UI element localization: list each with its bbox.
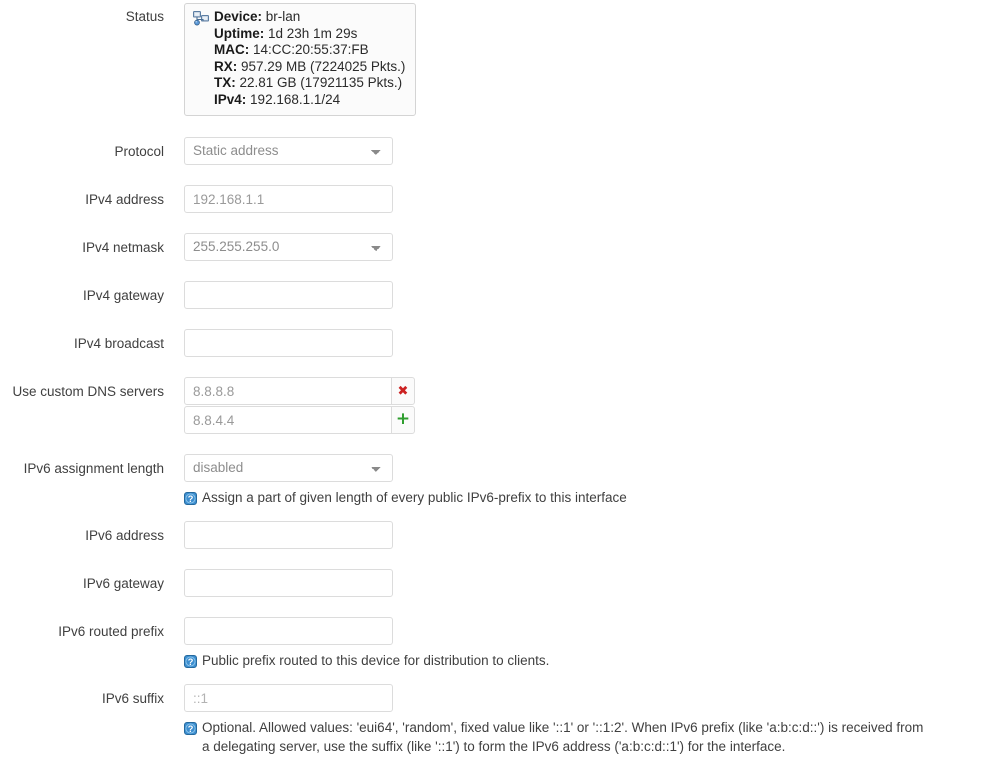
ipv4-netmask-label: IPv4 netmask: [82, 240, 164, 256]
remove-icon: ✖: [397, 383, 409, 399]
ipv6-address-row: IPv6 address: [0, 521, 983, 550]
ipv4-address-row: IPv4 address: [0, 185, 983, 214]
help-icon: ?: [184, 491, 197, 506]
ipv6-suffix-help-text: Optional. Allowed values: 'eui64', 'rand…: [202, 720, 924, 755]
status-tx-value: 22.81 GB (17921135 Pkts.): [239, 75, 403, 91]
status-line-tx: TX: 22.81 GB (17921135 Pkts.): [193, 75, 407, 91]
ipv4-gateway-input[interactable]: [184, 281, 393, 310]
ipv6-assignment-length-help-text: Assign a part of given length of every p…: [202, 490, 627, 506]
ipv6-gateway-row: IPv6 gateway: [0, 569, 983, 598]
status-rx-value: 957.29 MB (7224025 Pkts.): [241, 58, 406, 74]
svg-text:?: ?: [188, 724, 194, 734]
ipv6-suffix-control: ? Optional. Allowed values: 'eui64', 'ra…: [184, 684, 983, 756]
status-line-rx: RX: 957.29 MB (7224025 Pkts.): [193, 59, 407, 75]
ipv4-netmask-control: 255.255.255.0: [184, 233, 983, 262]
ipv6-assignment-length-help: ? Assign a part of given length of every…: [184, 482, 924, 507]
ipv6-gateway-control: [184, 569, 983, 598]
ipv6-assignment-length-row: IPv6 assignment length disabled ? Assign…: [0, 454, 983, 507]
ipv6-suffix-input[interactable]: [184, 684, 393, 713]
ipv6-suffix-row: IPv6 suffix ? Optional. Allowed values: …: [0, 684, 983, 756]
ipv6-routed-prefix-help: ? Public prefix routed to this device fo…: [184, 645, 924, 670]
dns-servers-control: ✖ +: [184, 377, 983, 435]
dns-server-input-1[interactable]: [184, 377, 392, 406]
ipv6-gateway-input[interactable]: [184, 569, 393, 598]
ipv6-suffix-help: ? Optional. Allowed values: 'eui64', 'ra…: [184, 712, 929, 756]
status-label: Status: [125, 9, 164, 24]
ipv6-routed-prefix-row: IPv6 routed prefix ? Public prefix route…: [0, 617, 983, 670]
ipv4-broadcast-control: [184, 329, 983, 358]
ipv6-assignment-length-label: IPv6 assignment length: [23, 461, 164, 477]
dns-remove-button[interactable]: ✖: [391, 377, 415, 406]
status-device-text: Device: br-lan: [214, 9, 300, 25]
dns-servers-label: Use custom DNS servers: [12, 384, 164, 400]
ipv4-netmask-select[interactable]: 255.255.255.0: [184, 233, 393, 262]
status-line-ipv4: IPv4: 192.168.1.1/24: [193, 92, 407, 108]
status-uptime-key: Uptime:: [214, 26, 265, 41]
interface-configuration-form: Status Device: br-lan Uptime: 1d 23h 1m …: [0, 0, 983, 756]
status-line-mac: MAC: 14:CC:20:55:37:FB: [193, 42, 407, 58]
svg-text:?: ?: [188, 657, 194, 667]
ipv6-routed-prefix-input[interactable]: [184, 617, 393, 646]
protocol-row: Protocol Static address: [0, 137, 983, 166]
status-rx-key: RX:: [214, 58, 238, 74]
ipv6-routed-prefix-label: IPv6 routed prefix: [58, 624, 164, 640]
ipv4-broadcast-label: IPv4 broadcast: [73, 336, 164, 352]
status-device-key: Device:: [214, 9, 263, 24]
ipv4-address-control: [184, 185, 983, 214]
ipv4-broadcast-input[interactable]: [184, 329, 393, 358]
status-device-value: br-lan: [265, 9, 301, 24]
dns-server-entry: ✖: [184, 377, 415, 406]
network-interface-icon: [193, 10, 209, 26]
ipv4-broadcast-row: IPv4 broadcast: [0, 329, 983, 358]
ipv6-assignment-length-control: disabled ? Assign a part of given length…: [184, 454, 983, 507]
ipv6-assignment-length-select[interactable]: disabled: [184, 454, 393, 483]
ipv4-gateway-label: IPv4 gateway: [82, 288, 164, 304]
add-icon: +: [395, 409, 411, 430]
dns-add-button[interactable]: +: [391, 406, 415, 435]
status-line-device: Device: br-lan: [193, 9, 407, 26]
dns-servers-row: Use custom DNS servers ✖ +: [0, 377, 983, 435]
status-uptime-value: 1d 23h 1m 29s: [268, 26, 358, 41]
ipv4-gateway-row: IPv4 gateway: [0, 281, 983, 310]
ipv4-netmask-row: IPv4 netmask 255.255.255.0: [0, 233, 983, 262]
status-mac-value: 14:CC:20:55:37:FB: [253, 42, 369, 58]
ipv6-address-input[interactable]: [184, 521, 393, 550]
ipv4-address-input[interactable]: [184, 185, 393, 214]
status-line-uptime: Uptime: 1d 23h 1m 29s: [193, 26, 407, 42]
dns-server-input-2[interactable]: [184, 406, 392, 435]
status-control: Device: br-lan Uptime: 1d 23h 1m 29s MAC…: [184, 3, 983, 117]
protocol-select[interactable]: Static address: [184, 137, 393, 166]
protocol-control: Static address: [184, 137, 983, 166]
svg-text:?: ?: [188, 494, 194, 504]
status-ipv4-key: IPv4:: [214, 91, 247, 107]
ipv4-address-label: IPv4 address: [85, 192, 164, 208]
status-row: Status Device: br-lan Uptime: 1d 23h 1m …: [0, 0, 983, 117]
protocol-label: Protocol: [114, 144, 164, 160]
status-mac-key: MAC:: [214, 42, 250, 58]
ipv4-gateway-control: [184, 281, 983, 310]
status-ipv4-value: 192.168.1.1/24: [250, 91, 341, 107]
status-tx-key: TX:: [214, 75, 236, 91]
status-box: Device: br-lan Uptime: 1d 23h 1m 29s MAC…: [184, 3, 416, 117]
help-icon: ?: [184, 654, 197, 669]
help-icon: ?: [184, 721, 197, 736]
ipv6-routed-prefix-control: ? Public prefix routed to this device fo…: [184, 617, 983, 670]
ipv6-address-control: [184, 521, 983, 550]
ipv6-routed-prefix-help-text: Public prefix routed to this device for …: [202, 653, 550, 669]
ipv6-address-label: IPv6 address: [85, 528, 164, 544]
dns-server-entry: +: [184, 406, 415, 435]
ipv6-suffix-label: IPv6 suffix: [101, 691, 164, 707]
ipv6-gateway-label: IPv6 gateway: [82, 576, 164, 592]
